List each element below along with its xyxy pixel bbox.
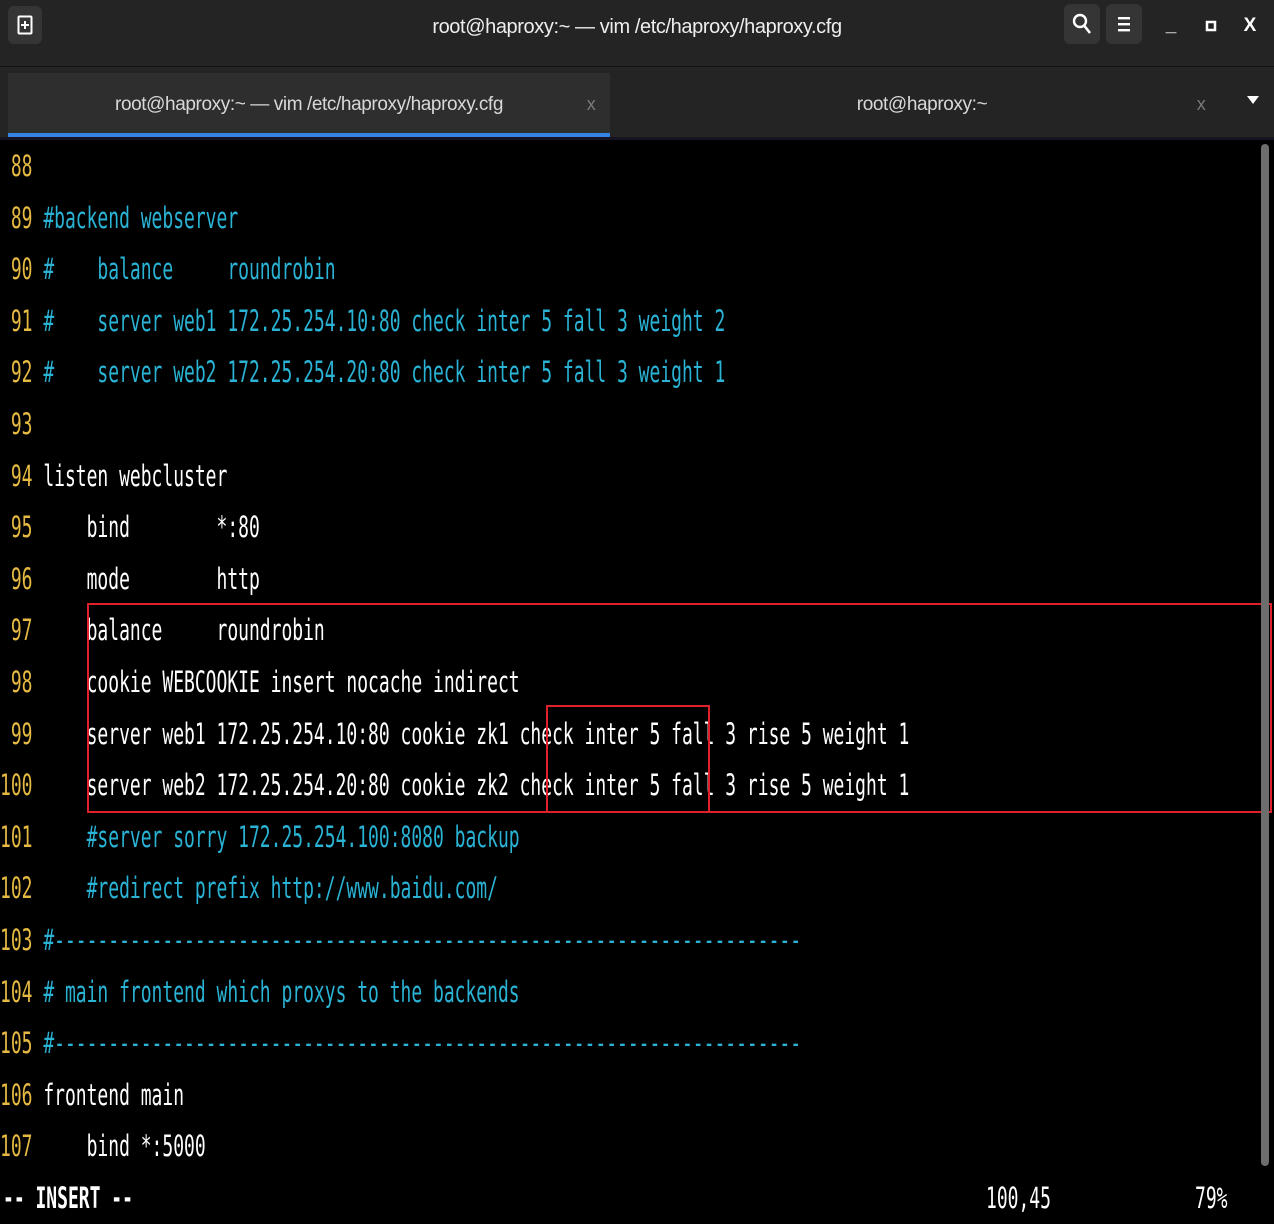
tab-close-button[interactable]: x (1184, 87, 1218, 121)
tab-bar: root@haproxy:~ — vim /etc/haproxy/haprox… (0, 67, 1274, 137)
line-number: 103 (0, 923, 33, 957)
editor-line: 88 (0, 140, 70, 192)
editor-line-content: 96 mode http (0, 553, 260, 605)
line-number: 106 (0, 1077, 33, 1112)
editor-line: 106 frontend main (0, 1069, 297, 1121)
editor-line-content: 88 (0, 140, 43, 192)
tab-label: root@haproxy:~ — vim /etc/haproxy/haprox… (115, 94, 503, 115)
editor-line: 104 # main frontend which proxys to the … (0, 966, 838, 1018)
editor-line-content: 90 # balance roundrobin (0, 243, 336, 295)
scroll-percent: 79% (1195, 1181, 1228, 1215)
line-number: 91 (0, 303, 33, 338)
terminal-view[interactable]: 88 89 #backend webserver 90 # balance ro… (0, 140, 1274, 1224)
line-number: 94 (0, 458, 33, 493)
editor-line: 91 # server web1 172.25.254.10:80 check … (0, 295, 1170, 347)
maximize-button[interactable] (1195, 10, 1227, 42)
maximize-icon (1205, 20, 1217, 32)
code-text: frontend main (43, 1077, 185, 1112)
close-window-button[interactable]: X (1234, 10, 1266, 42)
scrollbar[interactable] (1261, 144, 1269, 1166)
code-comment: #---------------------------------------… (43, 1026, 802, 1061)
code-comment: #redirect prefix http://www.baidu.com/ (43, 871, 498, 906)
editor-line: 89 #backend webserver (0, 192, 384, 244)
line-number: 105 (0, 1026, 33, 1061)
code-comment: #server sorry 172.25.254.100:8080 backup (43, 819, 520, 854)
editor-line: 92 # server web2 172.25.254.20:80 check … (0, 346, 1170, 398)
title-bar: root@haproxy:~ — vim /etc/haproxy/haprox… (0, 0, 1274, 67)
code-text: mode http (43, 561, 260, 596)
editor-line: 95 bind *:80 (0, 501, 419, 553)
minimize-button[interactable]: _ (1155, 10, 1187, 42)
search-icon (1072, 13, 1092, 34)
line-number: 90 (0, 252, 33, 287)
code-comment: # balance roundrobin (43, 252, 336, 287)
line-number: 107 (0, 1129, 33, 1164)
editor-line: 105 #-----------------------------------… (0, 1017, 1274, 1069)
line-number: 102 (0, 871, 33, 906)
code-text: bind *:80 (43, 510, 260, 545)
code-text: bind *:5000 (43, 1129, 206, 1164)
editor-line: 96 mode http (0, 553, 419, 605)
menu-button[interactable] (1106, 4, 1142, 44)
cursor-position: 100,45 (986, 1181, 1051, 1215)
line-number: 104 (0, 974, 33, 1009)
chevron-down-icon (1247, 96, 1259, 104)
line-number: 93 (0, 407, 33, 441)
code-comment: #---------------------------------------… (43, 923, 802, 957)
editor-line: 90 # balance roundrobin (0, 243, 541, 295)
editor-line-content: 107 bind *:5000 (0, 1120, 206, 1172)
line-number: 98 (0, 665, 33, 699)
editor-line-content: 106 frontend main (0, 1069, 184, 1121)
tabs-overview-button[interactable] (1238, 85, 1268, 115)
code-comment: # server web1 172.25.254.10:80 check int… (43, 303, 726, 338)
editor-line-content: 92 # server web2 172.25.254.20:80 check … (0, 346, 725, 398)
line-number: 96 (0, 561, 33, 596)
highlight-box-server-cookies (546, 705, 710, 813)
editor-line: 107 bind *:5000 (0, 1120, 332, 1172)
editor-line-content: 103 #-----------------------------------… (0, 914, 801, 966)
editor-line-content: 95 bind *:80 (0, 501, 260, 553)
tab-root-shell[interactable]: root@haproxy:~ x (622, 73, 1222, 137)
editor-line: 93 (0, 398, 70, 450)
editor-line: 103 #-----------------------------------… (0, 914, 1274, 966)
vim-mode-indicator: -- INSERT -- (3, 1181, 133, 1215)
code-comment: # main frontend which proxys to the back… (43, 974, 520, 1009)
editor-line-content: 102 #redirect prefix http://www.baidu.co… (0, 862, 498, 914)
tab-vim-haproxy[interactable]: root@haproxy:~ — vim /etc/haproxy/haprox… (8, 73, 610, 137)
line-number: 99 (0, 716, 33, 751)
editor-line: 101 #server sorry 172.25.254.100:8080 ba… (0, 811, 838, 863)
line-number: 101 (0, 819, 33, 854)
editor-line-content: 91 # server web1 172.25.254.10:80 check … (0, 295, 725, 347)
line-number: 92 (0, 355, 33, 390)
line-number: 100 (0, 768, 33, 803)
editor-line-content: 89 #backend webserver (0, 192, 238, 244)
editor-line-content: 93 (0, 398, 43, 450)
code-comment: #backend webserver (43, 200, 239, 235)
line-number: 97 (0, 613, 33, 648)
search-button[interactable] (1064, 4, 1100, 44)
code-comment: # server web2 172.25.254.20:80 check int… (43, 355, 726, 390)
editor-line: 94 listen webcluster (0, 450, 367, 502)
editor-line-content: 101 #server sorry 172.25.254.100:8080 ba… (0, 811, 520, 863)
vim-status-line: -- INSERT -- 100,45 79% (0, 1172, 1274, 1224)
line-number: 95 (0, 510, 33, 545)
editor-line-content: 105 #-----------------------------------… (0, 1017, 801, 1069)
editor-line-content: 94 listen webcluster (0, 450, 228, 502)
tab-label: root@haproxy:~ (856, 94, 988, 115)
code-text: listen webcluster (43, 458, 228, 493)
line-number: 88 (0, 149, 33, 183)
hamburger-menu-icon (1118, 17, 1130, 32)
tab-close-button[interactable]: x (574, 87, 608, 121)
line-number: 89 (0, 200, 33, 235)
editor-line: 102 #redirect prefix http://www.baidu.co… (0, 862, 803, 914)
editor-line-content: 104 # main frontend which proxys to the … (0, 966, 520, 1018)
